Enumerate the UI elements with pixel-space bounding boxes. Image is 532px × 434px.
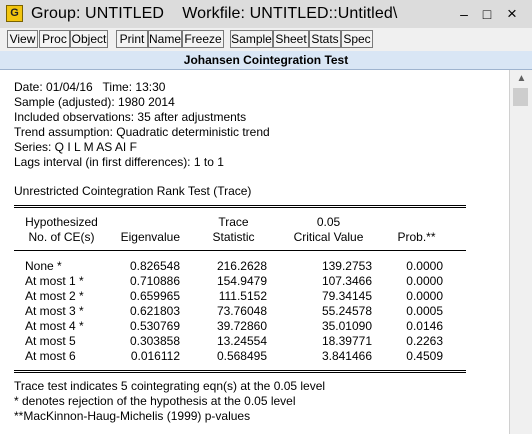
critical-value-cell: 139.2753: [321, 259, 372, 273]
sample-button[interactable]: Sample: [230, 30, 273, 48]
table-bottom-rule: [14, 370, 466, 371]
hypothesis-cell: At most 2 *: [25, 289, 84, 303]
critical-value-cell: 55.24578: [321, 304, 372, 318]
eigenvalue-cell: 0.016112: [130, 349, 180, 363]
eviews-group-window: G Group: UNTITLED Workfile: UNTITLED::Un…: [0, 0, 532, 434]
prob-cell: 0.4509: [406, 349, 443, 363]
hypothesis-cell: At most 6: [25, 349, 76, 363]
sheet-button[interactable]: Sheet: [273, 30, 309, 48]
critical-value-cell: 3.841466: [321, 349, 372, 363]
hypothesis-cell: None *: [25, 259, 62, 273]
window-title: Group: UNTITLED Workfile: UNTITLED::Unti…: [31, 5, 398, 22]
prob-cell: 0.0000: [406, 259, 443, 273]
info-observations-line: Included observations: 35 after adjustme…: [14, 110, 247, 124]
spec-button[interactable]: Spec: [341, 30, 373, 48]
col-trace-header: Trace: [218, 215, 249, 229]
col-hypothesized-header: Hypothesized: [25, 215, 98, 229]
col-critical-value-header: Critical Value: [293, 230, 364, 244]
trace-statistic-cell: 216.2628: [216, 259, 267, 273]
eigenvalue-cell: 0.303858: [129, 334, 180, 348]
info-sample-line: Sample (adjusted): 1980 2014: [14, 95, 175, 109]
minimize-icon[interactable]: –: [454, 4, 474, 24]
col-alpha-header: 0.05: [316, 215, 341, 229]
hypothesis-cell: At most 5: [25, 334, 76, 348]
trace-statistic-cell: 73.76048: [216, 304, 267, 318]
eigenvalue-cell: 0.530769: [129, 319, 180, 333]
group-app-icon: G: [6, 5, 23, 22]
col-eigenvalue-header: Eigenvalue: [120, 230, 180, 244]
col-statistic-header: Statistic: [212, 230, 255, 244]
info-date-line: Date: 01/04/16 Time: 13:30: [14, 80, 166, 94]
hypothesis-cell: At most 4 *: [25, 319, 84, 333]
eigenvalue-cell: 0.621803: [129, 304, 180, 318]
trace-statistic-cell: 111.5152: [218, 289, 267, 303]
print-button[interactable]: Print: [116, 30, 148, 48]
info-trend-line: Trend assumption: Quadratic deterministi…: [14, 125, 270, 139]
vertical-scrollbar[interactable]: ▲: [509, 70, 532, 434]
output-header: Johansen Cointegration Test: [0, 51, 532, 70]
trace-statistic-cell: 13.24554: [216, 334, 267, 348]
critical-value-cell: 107.3466: [321, 274, 372, 288]
eigenvalue-cell: 0.659965: [129, 289, 180, 303]
hypothesis-cell: At most 1 *: [25, 274, 84, 288]
prob-cell: 0.0000: [406, 289, 443, 303]
table-top-rule-double: [14, 207, 466, 208]
scroll-thumb[interactable]: [513, 88, 528, 106]
proc-button[interactable]: Proc: [39, 30, 70, 48]
title-bar[interactable]: G Group: UNTITLED Workfile: UNTITLED::Un…: [0, 0, 532, 29]
trace-statistic-cell: 39.72860: [216, 319, 267, 333]
table-header-rule: [14, 250, 466, 251]
col-no-of-ce-header: No. of CE(s): [28, 230, 95, 244]
table-bottom-rule-double: [14, 372, 466, 373]
name-button[interactable]: Name: [148, 30, 182, 48]
critical-value-cell: 18.39771: [321, 334, 372, 348]
critical-value-cell: 79.34145: [321, 289, 372, 303]
col-prob-header: Prob.**: [397, 230, 436, 244]
table-title: Unrestricted Cointegration Rank Test (Tr…: [14, 184, 252, 198]
prob-cell: 0.0005: [406, 304, 443, 318]
prob-cell: 0.0000: [406, 274, 443, 288]
output-text-area[interactable]: Date: 01/04/16 Time: 13:30 Sample (adjus…: [0, 70, 508, 434]
info-series-line: Series: Q I L M AS AI F: [14, 140, 137, 154]
table-top-rule: [14, 205, 466, 206]
trace-statistic-cell: 154.9479: [216, 274, 267, 288]
info-lags-line: Lags interval (in first differences): 1 …: [14, 155, 224, 169]
prob-cell: 0.2263: [406, 334, 443, 348]
view-button[interactable]: View: [7, 30, 38, 48]
hypothesis-cell: At most 3 *: [25, 304, 84, 318]
toolbar: View Proc Object Print Name Freeze Sampl…: [0, 28, 532, 52]
maximize-icon[interactable]: □: [477, 4, 497, 24]
note-rejection: * denotes rejection of the hypothesis at…: [14, 394, 296, 408]
note-pvalues: **MacKinnon-Haug-Michelis (1999) p-value…: [14, 409, 251, 423]
critical-value-cell: 35.01090: [321, 319, 372, 333]
close-icon[interactable]: ×: [502, 4, 522, 24]
eigenvalue-cell: 0.710886: [129, 274, 180, 288]
freeze-button[interactable]: Freeze: [182, 30, 224, 48]
note-trace-result: Trace test indicates 5 cointegrating eqn…: [14, 379, 326, 393]
eigenvalue-cell: 0.826548: [129, 259, 180, 273]
object-button[interactable]: Object: [70, 30, 108, 48]
trace-statistic-cell: 0.568495: [216, 349, 267, 363]
scroll-up-icon[interactable]: ▲: [510, 70, 532, 87]
prob-cell: 0.0146: [406, 319, 443, 333]
stats-button[interactable]: Stats: [309, 30, 341, 48]
